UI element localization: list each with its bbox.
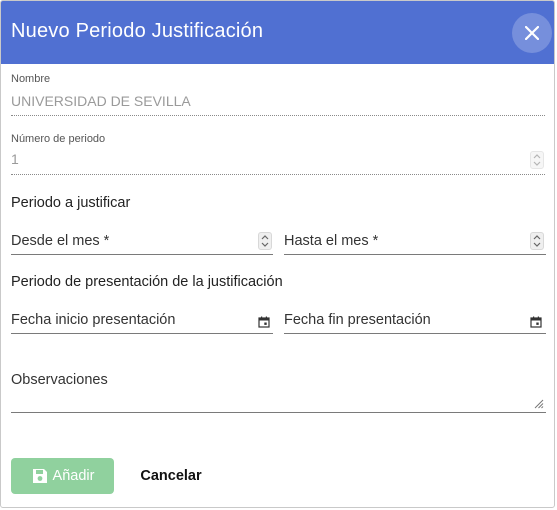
numero-periodo-label: Número de periodo [11, 133, 106, 145]
nombre-underline [11, 115, 545, 116]
numero-periodo-field: 1 [11, 151, 19, 167]
observaciones-underline [11, 412, 546, 413]
nombre-label: Nombre [11, 73, 51, 85]
numero-periodo-underline [11, 174, 545, 175]
fecha-fin-input[interactable]: Fecha fin presentación [284, 312, 431, 328]
hasta-mes-input[interactable]: Hasta el mes * [284, 233, 378, 249]
desde-mes-input[interactable]: Desde el mes * [11, 233, 109, 249]
desde-mes-underline [11, 254, 273, 255]
periodo-justificar-title: Periodo a justificar [11, 195, 131, 211]
fecha-fin-underline [284, 333, 546, 334]
fecha-inicio-underline [11, 333, 273, 334]
add-button[interactable]: Añadir [11, 458, 114, 494]
hasta-mes-stepper[interactable] [530, 232, 544, 250]
periodo-presentacion-title: Periodo de presentación de la justificac… [11, 274, 283, 290]
resize-handle-icon[interactable] [534, 399, 544, 409]
add-button-label: Añadir [52, 468, 95, 484]
calendar-icon[interactable] [530, 316, 542, 328]
cancel-button-label: Cancelar [140, 468, 202, 484]
dialog: Nuevo Periodo Justificación Nombre UNIVE… [0, 0, 555, 508]
nombre-field: UNIVERSIDAD DE SEVILLA [11, 93, 191, 109]
dialog-title: Nuevo Periodo Justificación [11, 20, 264, 42]
dialog-header: Nuevo Periodo Justificación [1, 1, 554, 64]
calendar-icon[interactable] [258, 316, 270, 328]
desde-mes-stepper[interactable] [258, 232, 272, 250]
save-icon [32, 469, 47, 483]
observaciones-textarea[interactable]: Observaciones [11, 372, 108, 388]
fecha-inicio-input[interactable]: Fecha inicio presentación [11, 312, 175, 328]
numero-periodo-stepper [530, 151, 544, 169]
hasta-mes-underline [284, 254, 546, 255]
close-icon [525, 26, 539, 40]
close-button[interactable] [512, 13, 552, 53]
cancel-button[interactable]: Cancelar [128, 458, 214, 494]
